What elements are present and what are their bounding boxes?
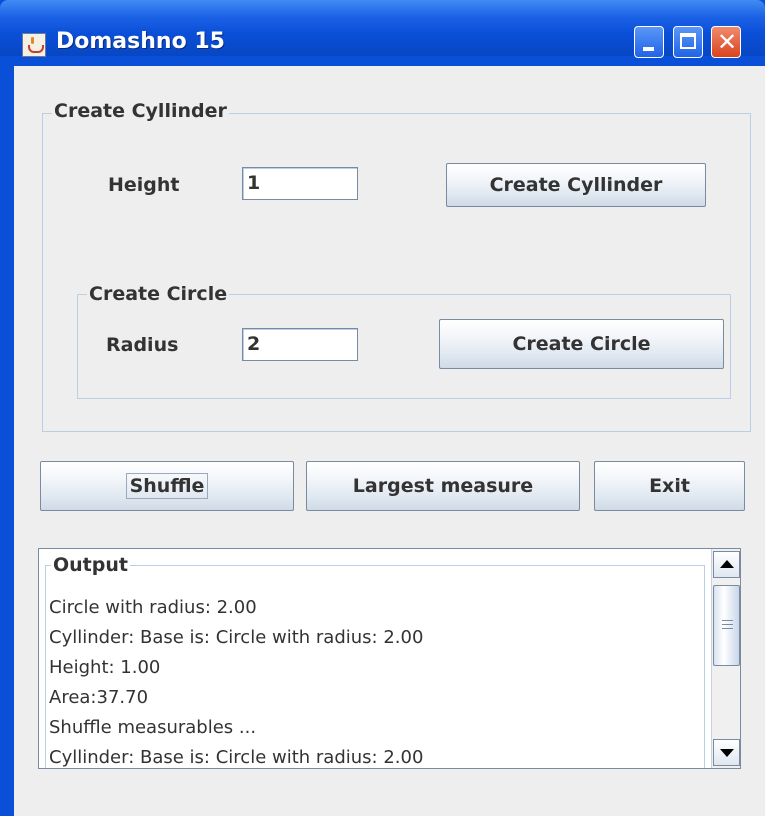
close-button[interactable]: ✕	[711, 26, 741, 58]
output-line: Cyllinder: Base is: Circle with radius: …	[49, 747, 424, 768]
minimize-icon	[643, 47, 654, 51]
output-line: Circle with radius: 2.00	[49, 597, 257, 618]
create-cyllinder-button[interactable]: Create Cyllinder	[446, 163, 706, 207]
chevron-down-icon	[720, 749, 734, 757]
maximize-icon	[680, 33, 696, 49]
close-icon: ✕	[716, 28, 738, 56]
create-circle-button[interactable]: Create Circle	[439, 319, 724, 369]
largest-measure-button[interactable]: Largest measure	[306, 461, 580, 511]
scroll-down-button[interactable]	[713, 739, 740, 766]
java-cup-icon	[22, 33, 46, 57]
application-window: Domashno 15 ✕ Create Cyllinder Height 1 …	[0, 0, 765, 816]
window-title: Domashno 15	[56, 29, 225, 54]
create-cyllinder-group-title: Create Cyllinder	[52, 100, 229, 122]
height-field[interactable]: 1	[242, 167, 358, 200]
output-line: Area:37.70	[49, 687, 149, 708]
scroll-up-button[interactable]	[713, 551, 740, 578]
content-pane: Create Cyllinder Height 1 Create Cyllind…	[14, 66, 765, 816]
chevron-up-icon	[720, 560, 734, 568]
output-scroll-pane[interactable]: Output Circle with radius: 2.00 Cyllinde…	[38, 548, 741, 769]
minimize-button[interactable]	[634, 26, 664, 58]
grip-icon	[722, 620, 733, 629]
maximize-button[interactable]	[673, 26, 703, 58]
height-label: Height	[108, 174, 180, 196]
create-circle-group-title: Create Circle	[87, 283, 230, 305]
output-title: Output	[51, 554, 130, 576]
shuffle-button-label: Shuffle	[125, 473, 209, 499]
title-bar[interactable]: Domashno 15 ✕	[0, 0, 765, 58]
shuffle-button[interactable]: Shuffle	[40, 461, 294, 511]
radius-label: Radius	[106, 334, 179, 356]
radius-field[interactable]: 2	[242, 328, 358, 361]
output-line: Height: 1.00	[49, 657, 161, 678]
exit-button[interactable]: Exit	[594, 461, 745, 511]
output-line: Cyllinder: Base is: Circle with radius: …	[49, 627, 424, 648]
output-line: Shuffle measurables ...	[49, 717, 257, 738]
output-scrollbar[interactable]	[711, 549, 740, 768]
scroll-thumb[interactable]	[713, 585, 740, 666]
